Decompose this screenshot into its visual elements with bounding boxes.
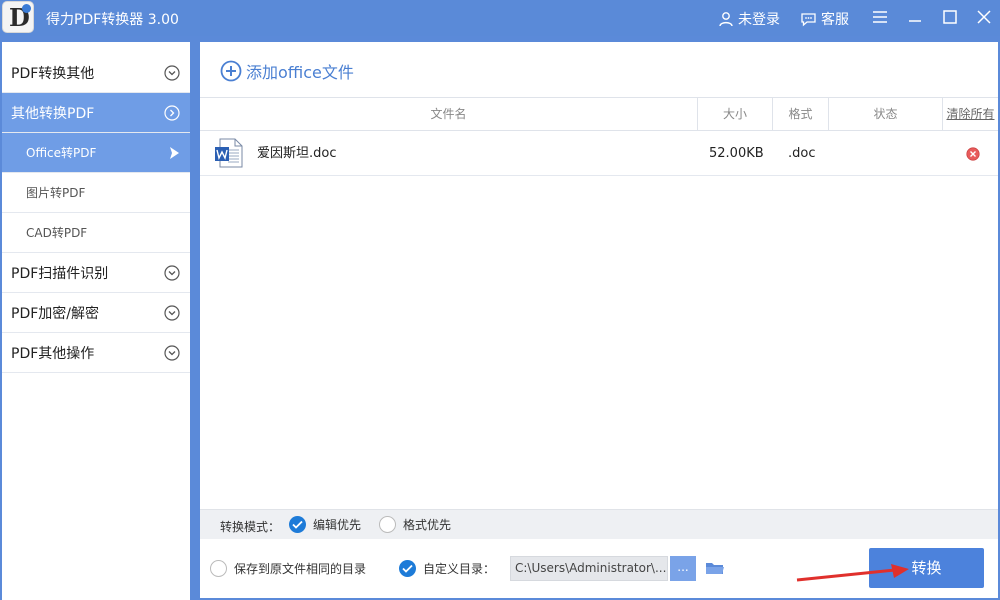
login-label: 未登录: [738, 12, 780, 28]
chat-bubble-icon: [801, 12, 816, 26]
sidebar-item-other-to-pdf[interactable]: 其他转换PDF: [2, 93, 190, 133]
sidebar-item-label: PDF其他操作: [11, 345, 95, 362]
app-title: 得力PDF转换器 3.00: [46, 12, 179, 28]
check-icon: [289, 516, 306, 533]
sidebar-item-label: PDF扫描件识别: [11, 265, 109, 282]
file-name: 爱因斯坦.doc: [257, 146, 337, 161]
chevron-down-circle-icon: [164, 265, 180, 281]
file-size: 52.00KB: [709, 146, 764, 161]
mode-format-first-option[interactable]: 格式优先: [379, 516, 451, 533]
save-same-dir-label: 保存到原文件相同的目录: [234, 562, 367, 576]
file-table-header: 文件名 大小 格式 状态 清除所有: [200, 97, 998, 131]
conversion-mode-label: 转换模式：: [220, 520, 281, 534]
check-icon: [399, 560, 416, 577]
sidebar-item-pdf-encrypt[interactable]: PDF加密/解密: [2, 293, 190, 333]
login-button[interactable]: 未登录: [718, 9, 780, 29]
sidebar: PDF转换其他 其他转换PDF Office转PDF 图片转PDF CAD转PD…: [2, 42, 190, 600]
maximize-icon[interactable]: [941, 8, 959, 26]
title-bar: D 得力PDF转换器 3.00 未登录 客服: [0, 0, 1000, 36]
sidebar-subitem-label: CAD转PDF: [26, 226, 88, 240]
folder-icon[interactable]: [705, 560, 725, 576]
user-icon: [719, 12, 733, 27]
chevron-right-circle-icon: [164, 105, 180, 121]
sidebar-subitem-label: 图片转PDF: [26, 186, 86, 200]
word-doc-icon: [215, 138, 243, 168]
output-path-field[interactable]: C:\Users\Administrator\...: [510, 556, 668, 581]
column-header-size[interactable]: 大小: [698, 98, 773, 130]
sidebar-item-pdf-other-ops[interactable]: PDF其他操作: [2, 333, 190, 373]
sidebar-subitem-office-to-pdf[interactable]: Office转PDF: [2, 133, 190, 173]
sidebar-subitem-image-to-pdf[interactable]: 图片转PDF: [2, 173, 190, 213]
clear-all-link[interactable]: 清除所有: [943, 98, 998, 130]
service-label: 客服: [821, 12, 849, 28]
mode-format-first-label: 格式优先: [403, 518, 452, 532]
radio-empty-icon: [210, 560, 227, 577]
custom-dir-label: 自定义目录：: [423, 562, 496, 576]
arrow-right-icon: [170, 147, 179, 159]
chevron-down-circle-icon: [164, 305, 180, 321]
main-panel: 添加office文件 文件名 大小 格式 状态 清除所有 爱因斯坦.doc 52…: [200, 42, 998, 598]
add-office-file-button[interactable]: 添加office文件: [220, 59, 354, 83]
plus-circle-icon: [220, 60, 242, 82]
browse-button[interactable]: ...: [670, 556, 696, 581]
red-arrow-annotation: [796, 564, 909, 582]
chevron-down-circle-icon: [164, 345, 180, 361]
minimize-icon[interactable]: [906, 8, 924, 26]
mode-edit-first-label: 编辑优先: [313, 518, 362, 532]
app-logo: D: [2, 1, 34, 33]
sidebar-subitem-label: Office转PDF: [26, 146, 97, 160]
column-header-name[interactable]: 文件名: [200, 98, 698, 130]
column-header-status[interactable]: 状态: [829, 98, 943, 130]
service-button[interactable]: 客服: [800, 9, 849, 29]
sidebar-item-pdf-ocr[interactable]: PDF扫描件识别: [2, 253, 190, 293]
add-office-file-label: 添加office文件: [246, 63, 354, 82]
save-same-dir-option[interactable]: 保存到原文件相同的目录: [210, 560, 366, 577]
mode-edit-first-option[interactable]: 编辑优先: [289, 516, 361, 533]
custom-dir-option[interactable]: 自定义目录：: [399, 560, 495, 577]
sidebar-item-label: 其他转换PDF: [11, 105, 95, 122]
sidebar-item-label: PDF加密/解密: [11, 305, 99, 322]
column-header-format[interactable]: 格式: [773, 98, 829, 130]
sidebar-item-pdf-to-other[interactable]: PDF转换其他: [2, 53, 190, 93]
menu-icon[interactable]: [871, 8, 889, 26]
table-row[interactable]: 爱因斯坦.doc 52.00KB .doc: [200, 131, 998, 176]
sidebar-subitem-cad-to-pdf[interactable]: CAD转PDF: [2, 213, 190, 253]
conversion-mode-bar: 转换模式： 编辑优先 格式优先: [200, 509, 998, 539]
close-icon[interactable]: [975, 8, 993, 26]
file-format: .doc: [788, 146, 816, 161]
logo-dot: [22, 4, 31, 13]
chevron-down-circle-icon: [164, 65, 180, 81]
sidebar-item-label: PDF转换其他: [11, 65, 95, 82]
remove-file-icon[interactable]: [966, 147, 980, 161]
radio-empty-icon: [379, 516, 396, 533]
